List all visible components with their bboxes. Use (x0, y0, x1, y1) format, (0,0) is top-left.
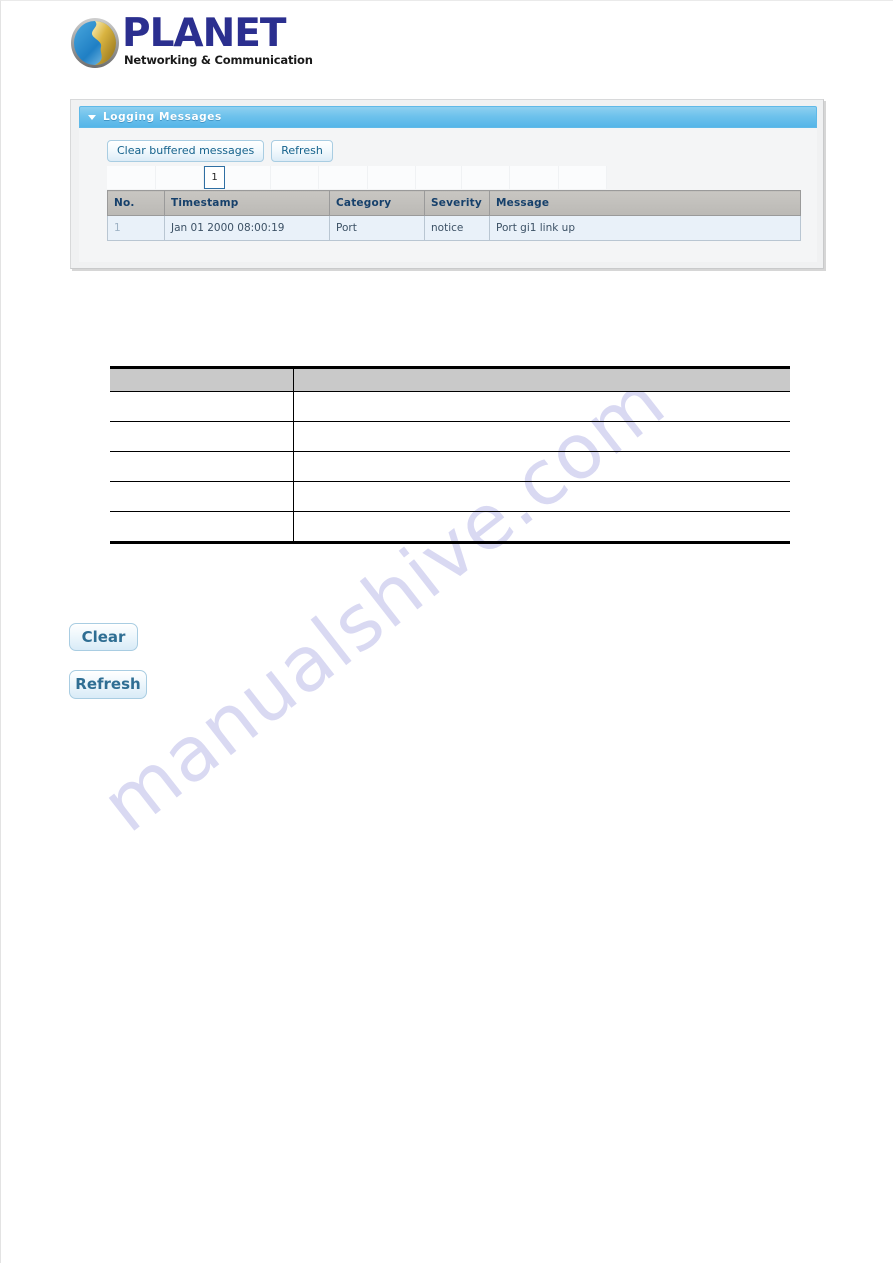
document-table-row (110, 451, 790, 482)
panel-title: Logging Messages (103, 111, 222, 123)
logging-messages-table: No. Timestamp Category Severity Message … (107, 190, 801, 241)
column-header-timestamp[interactable]: Timestamp (164, 190, 330, 216)
document-cell-right (293, 421, 790, 452)
clear-buffered-messages-button[interactable]: Clear buffered messages (107, 140, 265, 162)
document-cell-left (110, 391, 294, 422)
document-table-row (110, 421, 790, 452)
document-cell-left (110, 511, 294, 543)
panel-body: Clear buffered messages Refresh 1 No. Ti… (79, 128, 817, 262)
table-header-row: No. Timestamp Category Severity Message (107, 190, 801, 216)
pagination-ghost-cell[interactable] (156, 166, 204, 189)
panel-header[interactable]: Logging Messages (79, 106, 817, 128)
cell-message: Port gi1 link up (489, 215, 801, 241)
brand-tagline: Networking & Communication (124, 53, 313, 67)
document-cell-left (110, 481, 294, 512)
cell-no: 1 (107, 215, 165, 241)
document-table-row (110, 481, 790, 512)
pagination-current-page[interactable]: 1 (204, 166, 225, 189)
caret-down-icon[interactable] (88, 114, 96, 120)
clear-button[interactable]: Clear (69, 623, 138, 651)
panel-refresh-button[interactable]: Refresh (271, 140, 333, 162)
document-cell-right (293, 451, 790, 482)
document-cell-right (293, 481, 790, 512)
cell-severity: notice (424, 215, 490, 241)
brand-logo: PLANET Networking & Communication (68, 12, 328, 74)
document-table-header-row (110, 367, 790, 392)
pagination-ghost-cell[interactable] (319, 166, 368, 189)
document-table-row (110, 391, 790, 422)
brand-name: PLANET (122, 11, 287, 56)
pagination-ghost-cell[interactable] (462, 166, 510, 189)
pagination-ghost-cell[interactable] (271, 166, 319, 189)
refresh-button[interactable]: Refresh (69, 670, 147, 699)
column-header-category[interactable]: Category (329, 190, 425, 216)
document-table (110, 366, 790, 544)
column-header-no[interactable]: No. (107, 190, 165, 216)
document-column-header-right (293, 367, 790, 392)
pagination-ghost-cell[interactable] (107, 166, 156, 189)
logging-messages-panel: Logging Messages Clear buffered messages… (70, 99, 824, 269)
pagination-ghost-cell[interactable] (368, 166, 416, 189)
globe-icon (71, 18, 119, 68)
document-cell-left (110, 451, 294, 482)
column-header-message[interactable]: Message (489, 190, 801, 216)
document-cell-right (293, 512, 790, 543)
pagination-ghost-cell[interactable] (559, 166, 607, 189)
panel-toolbar: Clear buffered messages Refresh (107, 140, 333, 162)
pagination-ghost-cell[interactable] (416, 166, 462, 189)
pagination[interactable]: 1 (107, 166, 631, 189)
brand-text: PLANET Networking & Communication (122, 11, 322, 68)
pagination-ghost-cell[interactable] (225, 166, 271, 189)
cell-category: Port (329, 215, 425, 241)
column-header-severity[interactable]: Severity (424, 190, 490, 216)
document-column-header-left (110, 367, 294, 392)
document-cell-right (293, 391, 790, 422)
pagination-ghost-cell[interactable] (510, 166, 559, 189)
cell-timestamp: Jan 01 2000 08:00:19 (164, 215, 330, 241)
document-table-row (110, 511, 790, 543)
table-row[interactable]: 1 Jan 01 2000 08:00:19 Port notice Port … (107, 215, 801, 241)
document-cell-left (110, 421, 294, 452)
